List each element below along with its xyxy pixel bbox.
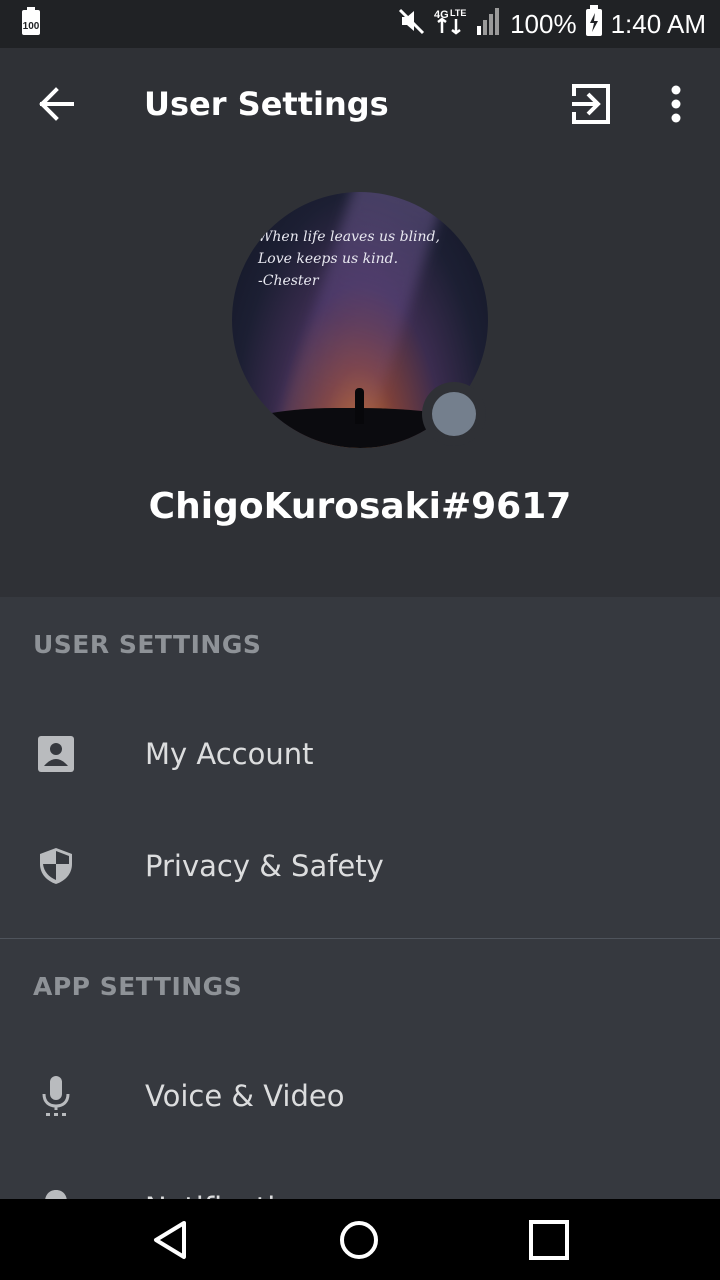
- settings-item-privacy-safety[interactable]: Privacy & Safety: [0, 810, 720, 922]
- battery-saver-100-icon: 100: [18, 7, 44, 41]
- status-indicator: [422, 382, 486, 446]
- status-bar: 100 4G LTE 100% 1:40 AM: [0, 0, 720, 48]
- more-vertical-icon: [671, 85, 681, 123]
- system-nav-bar: [0, 1199, 720, 1280]
- nav-back-button[interactable]: [148, 1217, 194, 1263]
- app-bar: User Settings: [0, 48, 720, 160]
- silhouette-figure: [355, 388, 364, 424]
- shield-icon: [40, 848, 72, 884]
- nav-back-icon: [154, 1221, 186, 1259]
- account-icon: [38, 736, 74, 772]
- logout-icon: [572, 84, 610, 124]
- battery-charging-icon: [585, 4, 603, 44]
- username: ChigoKurosaki#9617: [148, 486, 572, 527]
- page-title: User Settings: [144, 85, 389, 123]
- section-header-app-settings: APP SETTINGS: [33, 972, 243, 1001]
- microphone-icon: [42, 1076, 70, 1116]
- nav-recents-button[interactable]: [526, 1217, 572, 1263]
- settings-item-my-account[interactable]: My Account: [0, 698, 720, 810]
- profile-header: When life leaves us blind, Love keeps us…: [0, 160, 720, 597]
- section-divider: [0, 938, 720, 939]
- battery-percent: 100%: [510, 8, 577, 39]
- section-header-user-settings: USER SETTINGS: [33, 630, 262, 659]
- avatar-quote: When life leaves us blind, Love keeps us…: [258, 229, 440, 289]
- settings-item-label: Voice & Video: [145, 1079, 345, 1113]
- network-4g-lte-icon: 4G LTE: [434, 6, 468, 43]
- svg-text:LTE: LTE: [450, 8, 466, 18]
- nav-home-icon: [340, 1221, 378, 1259]
- logout-button[interactable]: [568, 82, 616, 126]
- more-options-button[interactable]: [656, 82, 696, 126]
- arrow-left-icon: [39, 87, 74, 121]
- settings-item-label: Privacy & Safety: [145, 849, 384, 883]
- signal-icon: [476, 6, 502, 43]
- settings-item-label: My Account: [145, 737, 314, 771]
- settings-item-voice-video[interactable]: Voice & Video: [0, 1040, 720, 1152]
- mute-icon: [396, 6, 426, 43]
- status-offline-dot: [432, 392, 476, 436]
- status-time: 1:40 AM: [610, 8, 706, 39]
- svg-text:100: 100: [23, 21, 40, 32]
- back-button[interactable]: [30, 82, 82, 126]
- nav-recents-icon: [529, 1220, 569, 1260]
- nav-home-button[interactable]: [336, 1217, 382, 1263]
